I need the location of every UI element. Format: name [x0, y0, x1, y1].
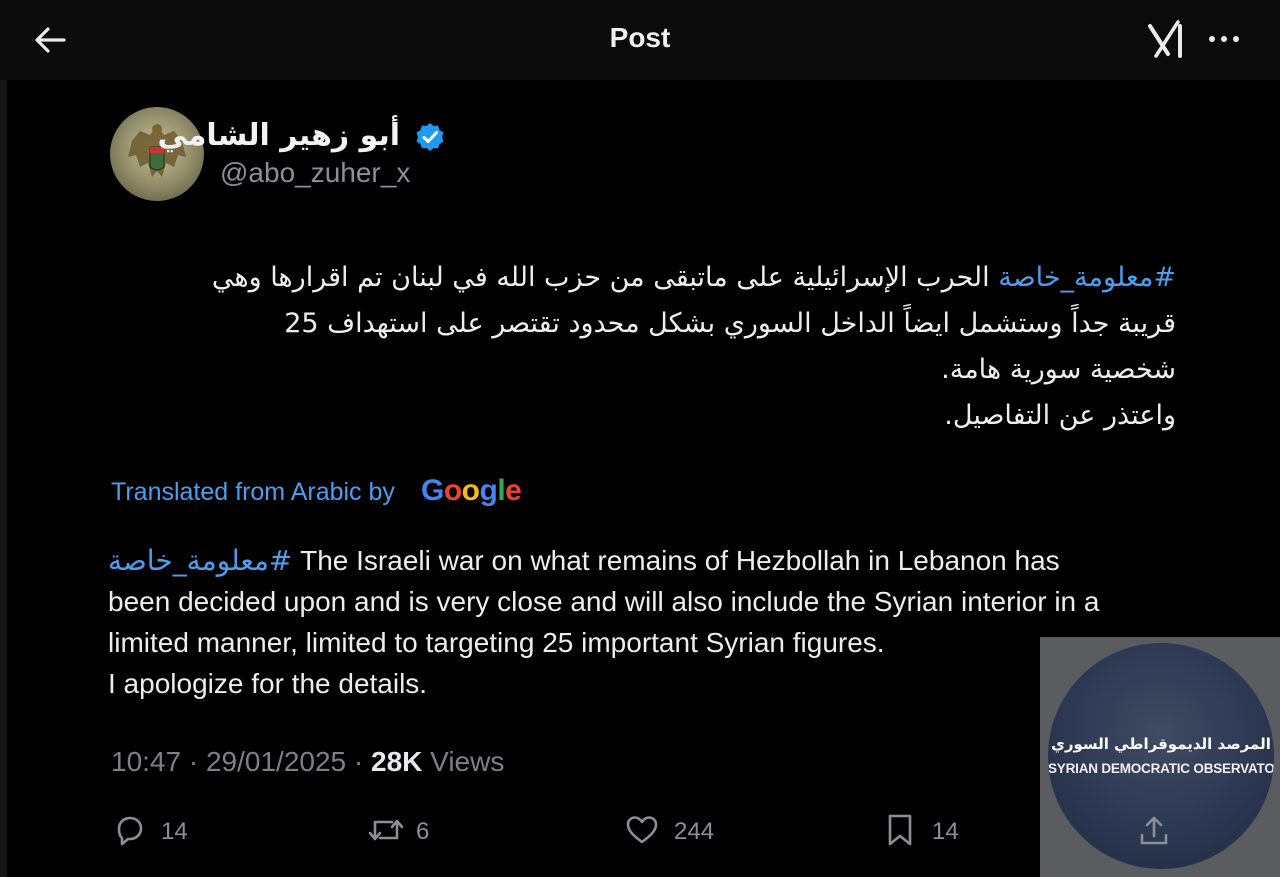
tweet-line: واعتذر عن التفاصيل. [944, 400, 1176, 431]
bookmark-icon [888, 814, 912, 846]
tweet-metadata: 10:47 · 29/01/2025 · 28K Views [111, 746, 504, 778]
translated-line: I apologize for the details. [108, 668, 428, 699]
tweet-line: قريبة جداً وستشمل ايضاً الداخل السوري بش… [284, 308, 1176, 339]
grok-icon [1148, 20, 1182, 58]
author-handle[interactable]: @abo_zuher_x [220, 157, 410, 189]
repost-count: 6 [416, 818, 430, 845]
heart-icon [626, 816, 658, 844]
tweet-line: #معلومة_خاصة الحرب الإسرائيلية على ماتبق… [100, 255, 1176, 301]
tweet-translated-text: #معلومة_خاصة The Israeli war on what rem… [108, 540, 1188, 704]
watermark-english-text: SYRIAN DEMOCRATIC OBSERVATORY [1048, 761, 1274, 776]
views-label: Views [430, 746, 505, 777]
page-title: Post [609, 22, 671, 53]
google-logo: Google [421, 474, 522, 507]
tweet-text: الحرب الإسرائيلية على ماتبقى من حزب الله… [211, 262, 999, 293]
verified-badge-icon [416, 123, 444, 151]
grok-button[interactable] [1146, 18, 1190, 62]
top-bar: Post [0, 0, 1280, 80]
hashtag-link[interactable]: #معلومة_خاصة [108, 544, 292, 577]
more-horizontal-icon [1209, 36, 1239, 42]
more-options-button[interactable] [1204, 20, 1244, 60]
tweet-original-text: #معلومة_خاصة الحرب الإسرائيلية على ماتبق… [100, 255, 1176, 439]
bookmark-count: 14 [932, 818, 959, 845]
watermark-arabic-text: المرصد الديموقراطي السوري [1051, 735, 1271, 753]
translated-text: The Israeli war on what remains of Hezbo… [292, 545, 1060, 576]
share-icon [1140, 816, 1168, 845]
author-display-name[interactable]: أبو زهير الشامي [158, 118, 401, 153]
views-count: 28K [371, 746, 423, 777]
translated-line: limited manner, limited to targeting 25 … [108, 627, 885, 658]
hashtag-link[interactable]: #معلومة_خاصة [998, 262, 1176, 293]
reply-icon [117, 816, 143, 846]
translated-line: been decided upon and is very close and … [108, 586, 1100, 617]
reply-count: 14 [161, 818, 188, 845]
like-count: 244 [674, 818, 715, 845]
frame-edge [0, 80, 7, 877]
meta-separator: · [188, 746, 199, 777]
translated-label[interactable]: Translated from Arabic by [111, 478, 395, 507]
share-button[interactable] [1136, 813, 1172, 849]
watermark: المرصد الديموقراطي السوري SYRIAN DEMOCRA… [1040, 637, 1280, 877]
tweet-line: شخصية سورية هامة. [941, 354, 1176, 385]
translated-line: #معلومة_خاصة The Israeli war on what rem… [108, 540, 1188, 581]
tweet-date[interactable]: 29/01/2025 [206, 746, 346, 777]
meta-separator: · [353, 746, 364, 777]
repost-icon [368, 819, 404, 841]
tweet-time[interactable]: 10:47 [111, 746, 181, 777]
